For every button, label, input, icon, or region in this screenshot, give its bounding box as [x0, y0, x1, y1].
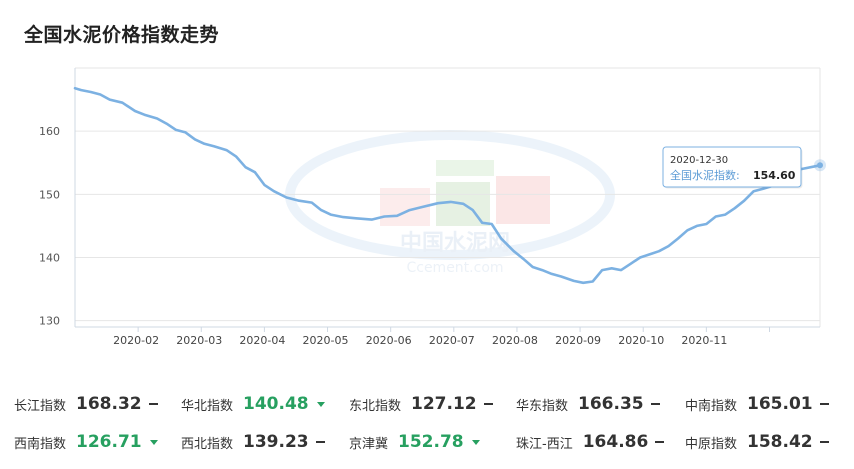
index-item[interactable]: 西南指数 126.71	[14, 430, 158, 454]
index-value: 139.23	[243, 432, 309, 452]
hover-point	[817, 162, 823, 169]
index-value: 152.78	[398, 432, 464, 452]
index-item[interactable]: 东北指数 127.12	[349, 392, 493, 416]
index-name: 珠江-西江	[516, 436, 573, 452]
watermark-logo: 中国水泥网 Ccement.com	[285, 130, 615, 276]
index-item[interactable]: 华北指数 140.48	[181, 392, 325, 416]
index-name: 长江指数	[14, 398, 67, 414]
trend-flat-icon	[148, 403, 158, 405]
x-tick-label: 2020-04	[239, 334, 285, 347]
index-item[interactable]: 华东指数 166.35	[516, 392, 660, 416]
tooltip-series-label: 全国水泥指数:	[670, 168, 740, 182]
index-item[interactable]: 长江指数 168.32	[14, 392, 158, 416]
trend-flat-icon	[819, 403, 829, 405]
index-value: 164.86	[582, 432, 649, 452]
x-tick-label: 2020-09	[555, 334, 601, 347]
index-name: 华北指数	[181, 398, 234, 414]
x-tick-label: 2020-03	[176, 334, 222, 347]
index-name: 西南指数	[14, 436, 67, 452]
watermark-text: 中国水泥网	[400, 231, 510, 256]
trend-down-icon	[149, 439, 158, 445]
index-item[interactable]: 西北指数 139.23	[181, 430, 325, 454]
index-item[interactable]: 中原指数 158.42	[685, 430, 829, 454]
x-tick-label: 2020-08	[492, 334, 538, 347]
grid	[75, 67, 820, 322]
index-row: 西南指数 126.71 西北指数 139.23 京津冀 152.78 珠江-西江 164.86…	[0, 430, 854, 454]
tooltip-value: 154.60	[753, 169, 796, 182]
price-index-chart: 中国水泥网 Ccement.com 130 140 150 160 2020-02 202…	[39, 67, 826, 347]
trend-flat-icon	[650, 403, 660, 405]
tooltip: 2020-12-30 全国水泥指数: 154.60	[662, 146, 803, 189]
y-tick-label: 130	[39, 315, 60, 328]
tooltip-date: 2020-12-30	[670, 155, 728, 166]
index-row: 长江指数 168.32 华北指数 140.48 东北指数 127.12 华东指数 166.35…	[0, 392, 854, 416]
trend-flat-icon	[819, 441, 829, 443]
watermark-url: Ccement.com	[406, 260, 503, 276]
index-value: 158.42	[747, 432, 813, 452]
index-value: 165.01	[747, 394, 813, 414]
y-tick-label: 140	[39, 252, 60, 265]
trend-flat-icon	[315, 441, 325, 443]
y-tick-label: 150	[39, 188, 60, 201]
trend-down-icon	[316, 401, 325, 407]
index-name: 京津冀	[349, 436, 389, 452]
index-item[interactable]: 中南指数 165.01	[685, 392, 829, 416]
x-tick-label: 2020-07	[429, 334, 475, 347]
index-item[interactable]: 京津冀 152.78	[349, 430, 480, 454]
index-value: 168.32	[76, 394, 142, 414]
index-value: 127.12	[411, 394, 477, 414]
x-tick-label: 2020-11	[681, 334, 727, 347]
index-value: 140.48	[243, 394, 309, 414]
index-item[interactable]: 珠江-西江 164.86	[516, 430, 665, 454]
trend-flat-icon	[483, 403, 493, 405]
trend-flat-icon	[655, 441, 665, 443]
x-tick-label: 2020-10	[618, 334, 664, 347]
y-tick-label: 160	[39, 125, 60, 138]
trend-down-icon	[471, 439, 480, 445]
x-tick-label: 2020-02	[113, 334, 159, 347]
x-tick-label: 2020-06	[366, 334, 412, 347]
index-name: 西北指数	[181, 436, 234, 452]
index-name: 中原指数	[685, 436, 738, 452]
index-value: 126.71	[76, 432, 142, 452]
index-value: 166.35	[578, 394, 644, 414]
index-name: 中南指数	[685, 398, 738, 414]
x-tick-label: 2020-05	[303, 334, 349, 347]
index-name: 东北指数	[349, 398, 402, 414]
index-name: 华东指数	[516, 398, 569, 414]
